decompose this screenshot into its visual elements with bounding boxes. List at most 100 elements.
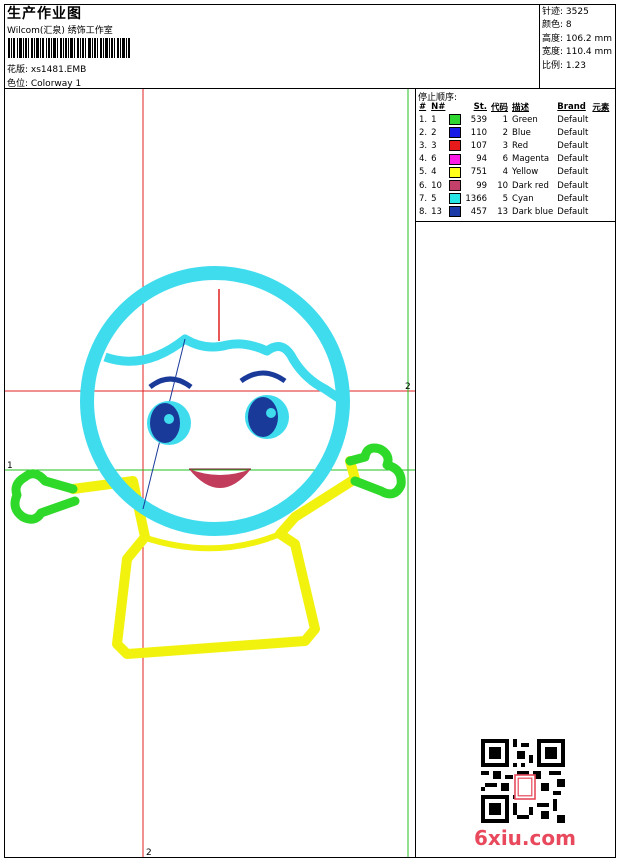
- row-brand: Default: [557, 180, 589, 191]
- right-eye-highlight: [266, 408, 276, 418]
- row-code: 3: [502, 140, 509, 151]
- table-row: 1. 1 539 1 Green Default: [417, 113, 611, 126]
- stat-height: 高度: 106.2 mm: [542, 33, 613, 44]
- stop-sequence-table: # N# St. 代码 描述 Brand 元素 1. 1 539 1 Green…: [417, 101, 611, 219]
- left-eye-highlight: [164, 414, 174, 424]
- guide-label-1-left: 1: [7, 461, 13, 471]
- page-title: 生产作业图: [7, 6, 82, 22]
- row-index: 5.: [419, 167, 428, 178]
- color-swatch: [449, 166, 462, 178]
- site-logo: 6xiu.com: [474, 826, 576, 850]
- row-description: Dark red: [512, 180, 549, 191]
- stat-stitches: 针迹: 3525: [542, 7, 589, 17]
- stat-colors: 颜色: 8: [542, 20, 572, 31]
- row-description: Green: [512, 114, 538, 125]
- col-header-brand: Brand: [557, 102, 586, 112]
- stat-width: 宽度: 110.4 mm: [542, 47, 613, 58]
- table-row: 8. 13 457 13 Dark blue Default: [417, 205, 611, 218]
- col-header-description: 描述: [512, 103, 530, 113]
- stat-scale: 比例: 1.23: [542, 60, 586, 71]
- row-index: 1.: [419, 114, 428, 125]
- row-stitches: 110: [470, 127, 488, 138]
- qr-code: [481, 739, 565, 823]
- row-description: Blue: [512, 127, 531, 138]
- table-row: 4. 6 94 6 Magenta Default: [417, 153, 611, 166]
- left-hand-green: [10, 469, 80, 524]
- hair-fringe-cyan: [103, 334, 346, 405]
- embroidery-design-canvas: 2 1 2: [5, 89, 415, 857]
- row-stitches: 107: [470, 140, 488, 151]
- col-header-swatch: [447, 101, 463, 113]
- row-brand: Default: [557, 167, 589, 178]
- table-row: 3. 3 107 3 Red Default: [417, 139, 611, 152]
- row-stitches: 457: [470, 206, 488, 217]
- row-description: Cyan: [512, 193, 534, 204]
- row-code: 6: [502, 154, 509, 165]
- row-stitches: 99: [476, 180, 488, 191]
- table-row: 7. 5 1366 5 Cyan Default: [417, 192, 611, 205]
- mouth-darkred: [189, 469, 251, 488]
- row-stitches: 751: [470, 167, 488, 178]
- col-header-index: #: [419, 102, 427, 112]
- row-code: 2: [502, 127, 509, 138]
- row-description: Magenta: [512, 154, 550, 165]
- row-brand: Default: [557, 193, 589, 204]
- row-needle: 13: [431, 206, 442, 217]
- color-swatch: [449, 127, 462, 139]
- row-stitches: 1366: [465, 193, 488, 204]
- right-eyelash: [239, 370, 287, 384]
- col-header-stitches: St.: [473, 102, 488, 112]
- row-brand: Default: [557, 114, 589, 125]
- row-index: 7.: [419, 193, 428, 204]
- color-swatch: [449, 114, 462, 126]
- row-needle: 5: [431, 193, 437, 204]
- row-code: 10: [497, 180, 509, 191]
- row-brand: Default: [557, 127, 589, 138]
- row-needle: 10: [431, 180, 442, 191]
- row-index: 3.: [419, 140, 428, 151]
- row-index: 2.: [419, 127, 428, 138]
- table-divider: [415, 221, 616, 222]
- row-brand: Default: [557, 140, 589, 151]
- studio-subtitle: Wilcom(汇泉) 绣饰工作室: [7, 26, 113, 36]
- table-row: 5. 4 751 4 Yellow Default: [417, 166, 611, 179]
- color-swatch: [449, 206, 462, 218]
- head-outline-cyan: [80, 266, 350, 536]
- row-needle: 1: [431, 114, 437, 125]
- stats-block: 针迹: 3525 颜色: 8 高度: 106.2 mm 宽度: 110.4 mm…: [542, 6, 612, 73]
- panel-divider: [415, 88, 416, 858]
- col-header-needle: N#: [431, 102, 446, 112]
- col-header-code: 代码: [491, 103, 509, 113]
- col-header-element: 元素: [592, 103, 610, 113]
- row-description: Dark blue: [512, 206, 554, 217]
- row-stitches: 94: [476, 154, 488, 165]
- table-header-row: # N# St. 代码 描述 Brand 元素: [417, 101, 611, 113]
- row-code: 4: [502, 167, 509, 178]
- guide-label-2-bottom: 2: [146, 848, 152, 857]
- row-brand: Default: [557, 206, 589, 217]
- body-collar-yellow: [142, 531, 282, 552]
- row-index: 4.: [419, 154, 428, 165]
- left-eye-pupil: [150, 403, 180, 443]
- table-row: 2. 2 110 2 Blue Default: [417, 126, 611, 139]
- row-description: Yellow: [512, 167, 539, 178]
- table-row: 6. 10 99 10 Dark red Default: [417, 179, 611, 192]
- color-swatch: [449, 193, 462, 205]
- row-code: 13: [497, 206, 509, 217]
- guide-label-2-right: 2: [405, 382, 411, 392]
- color-swatch: [449, 153, 462, 165]
- design-name: 花版: xs1481.EMB: [7, 65, 87, 75]
- row-index: 8.: [419, 206, 428, 217]
- row-needle: 6: [431, 154, 437, 165]
- row-needle: 4: [431, 167, 437, 178]
- row-stitches: 539: [470, 114, 488, 125]
- row-needle: 3: [431, 140, 437, 151]
- barcode: [8, 38, 130, 58]
- row-index: 6.: [419, 180, 428, 191]
- left-eyelash: [148, 376, 193, 390]
- row-brand: Default: [557, 154, 589, 165]
- row-needle: 2: [431, 127, 437, 138]
- stats-divider: [539, 4, 540, 88]
- row-description: Red: [512, 140, 529, 151]
- row-code: 5: [502, 193, 509, 204]
